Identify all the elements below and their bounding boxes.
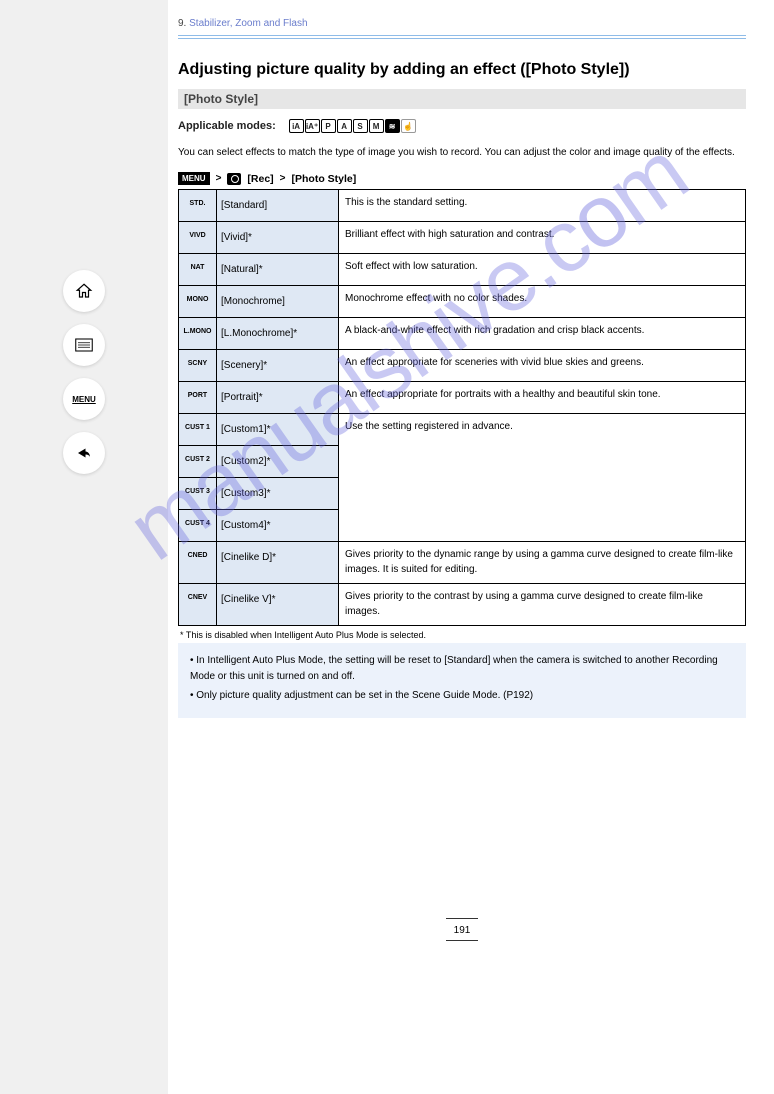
home-icon[interactable] [63,270,105,312]
mode-iaplus-icon: iA⁺ [305,119,320,133]
table-row: STD.[Standard]This is the standard setti… [179,190,746,222]
table-row: CNEV[Cinelike V]*Gives priority to the c… [179,584,746,626]
menu-path: MENU > [Rec] > [Photo Style] [178,172,746,185]
table-row: VIVD[Vivid]*Brilliant effect with high s… [179,222,746,254]
table-row: CUST 1[Custom1]*Use the setting register… [179,414,746,446]
footnote: * This is disabled when Intelligent Auto… [178,626,746,644]
sidebar: MENU [0,0,168,1094]
back-icon[interactable] [63,432,105,474]
mode-a-icon: A [337,119,352,133]
mode-s-icon: S [353,119,368,133]
page-number: 191 [446,918,478,941]
table-row: MONO[Monochrome]Monochrome effect with n… [179,286,746,318]
menu-icon[interactable]: MENU [63,378,105,420]
settings-table: STD.[Standard]This is the standard setti… [178,189,746,626]
table-row: SCNY[Scenery]*An effect appropriate for … [179,350,746,382]
table-row: NAT[Natural]*Soft effect with low satura… [179,254,746,286]
note-box: • In Intelligent Auto Plus Mode, the set… [178,643,746,718]
table-row: L.MONO[L.Monochrome]*A black-and-white e… [179,318,746,350]
mode-m-icon: M [369,119,384,133]
camera-icon [227,173,241,185]
menu-badge: MENU [178,172,210,185]
page-content: 9. Stabilizer, Zoom and Flash Adjusting … [168,0,774,1094]
table-row: PORT[Portrait]*An effect appropriate for… [179,382,746,414]
divider [178,38,746,39]
page-title: Adjusting picture quality by adding an e… [178,61,746,79]
breadcrumb: 9. Stabilizer, Zoom and Flash [178,18,746,29]
divider [178,35,746,36]
table-row: CNED[Cinelike D]*Gives priority to the d… [179,542,746,584]
section-bar: [Photo Style] [178,89,746,109]
mode-movie-icon: ≋ [385,119,400,133]
mode-ia-icon: iA [289,119,304,133]
mode-custom-icon: ☝ [401,119,416,133]
intro-text: You can select effects to match the type… [178,147,746,158]
chapter-number: 9. [178,18,186,29]
mode-p-icon: P [321,119,336,133]
list-icon[interactable] [63,324,105,366]
applicable-modes: Applicable modes: iA iA⁺ P A S M ≋ ☝ [178,119,746,133]
breadcrumb-link[interactable]: Stabilizer, Zoom and Flash [189,18,307,29]
